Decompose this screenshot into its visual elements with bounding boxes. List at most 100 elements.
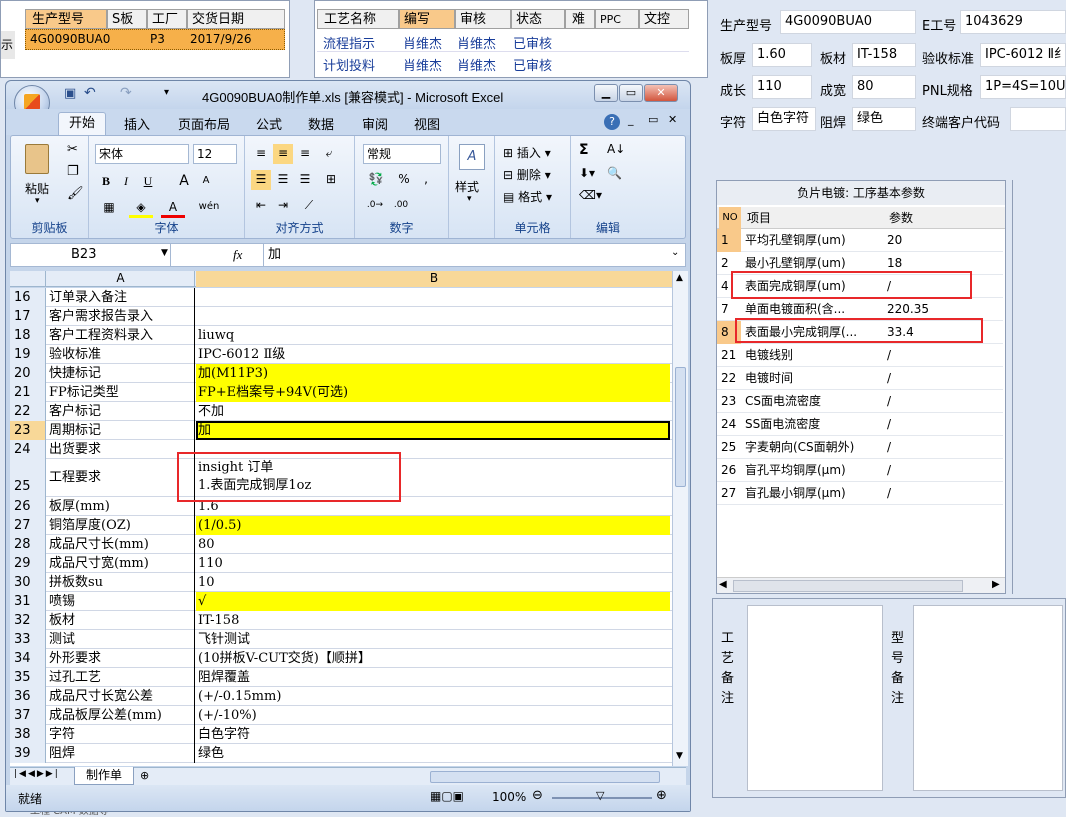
field-pnl[interactable]: 1P=4S=10U (980, 75, 1066, 99)
cell-b[interactable]: 飞针测试 (196, 630, 670, 649)
col-header-author[interactable]: 编写 (399, 9, 455, 29)
cell-b[interactable]: √ (196, 592, 670, 611)
cell-b[interactable]: 110 (196, 554, 670, 573)
cell-b[interactable]: 80 (196, 535, 670, 554)
sheet-row[interactable]: 36 成品尺寸长宽公差 (+/-0.15mm) (10, 687, 678, 706)
scroll-right-icon[interactable]: ▶ (992, 579, 1000, 590)
left-edge-tab[interactable]: 示 (1, 31, 15, 59)
cell-a[interactable]: 成品尺寸长(mm) (47, 535, 195, 554)
sheet-row[interactable]: 20 快捷标记 加(M11P3) (10, 364, 678, 383)
sheet-row[interactable]: 32 板材 IT-158 (10, 611, 678, 630)
grow-font-button[interactable]: A (175, 172, 193, 192)
formula-input[interactable]: 加 (263, 244, 663, 266)
col-header-factory[interactable]: 工厂 (147, 9, 187, 29)
row-number[interactable]: 23 (10, 421, 46, 440)
sheet-row[interactable]: 34 外形要求 (10拼板V-CUT交货)【顺拼】 (10, 649, 678, 668)
phonetic-button[interactable]: wén (193, 198, 225, 218)
cell-a[interactable]: 板厚(mm) (47, 497, 195, 516)
styles-dropdown-icon[interactable]: ▾ (467, 194, 472, 204)
field-width[interactable]: 80 (852, 75, 916, 99)
format-painter-icon[interactable]: 🖌 (67, 186, 84, 201)
cell-b[interactable]: liuwq (196, 326, 670, 345)
sheet-row[interactable]: 28 成品尺寸长(mm) 80 (10, 535, 678, 554)
tab-data[interactable]: 数据 (308, 114, 334, 133)
field-thickness[interactable]: 1.60 (752, 43, 812, 67)
view-normal-icon[interactable]: ▦▢▣ (430, 789, 464, 803)
row-number[interactable]: 34 (10, 649, 46, 668)
row-number[interactable]: 31 (10, 592, 46, 611)
cell-b[interactable]: 白色字符 (196, 725, 670, 744)
params-hscroll[interactable]: ◀ ▶ (717, 577, 1005, 593)
cell-b[interactable] (196, 307, 670, 326)
clear-icon[interactable]: ⌫▾ (579, 188, 602, 202)
paste-dropdown-icon[interactable]: ▾ (35, 196, 40, 206)
percent-button[interactable]: % (395, 170, 413, 190)
tab-insert[interactable]: 插入 (124, 114, 150, 133)
ribbon-close-icon[interactable]: ✕ (668, 113, 677, 126)
sheet-row[interactable]: 23 周期标记加 (10, 421, 678, 440)
sheet-nav-icons[interactable]: |◀◀▶▶| (14, 769, 60, 779)
autosum-button[interactable]: Σ (579, 142, 589, 158)
cut-icon[interactable]: ✂ (67, 142, 78, 157)
col-header-b[interactable]: B (196, 271, 672, 287)
cell-b[interactable] (196, 288, 670, 307)
cell-a[interactable]: FP标记类型 (47, 383, 195, 402)
sheet-row[interactable]: 39 阻焊 绿色 (10, 744, 678, 763)
new-sheet-icon[interactable]: ⊕ (140, 769, 149, 782)
field-length[interactable]: 110 (752, 75, 812, 99)
col-header-model[interactable]: 生产型号 (25, 9, 107, 29)
field-material[interactable]: IT-158 (852, 43, 916, 67)
name-box-dropdown-icon[interactable]: ▼ (161, 248, 168, 258)
close-button[interactable]: ✕ (644, 84, 678, 102)
copy-icon[interactable]: ❐ (67, 164, 79, 179)
cell-b[interactable]: 绿色 (196, 744, 670, 763)
cell-a[interactable]: 订单录入备注 (47, 288, 195, 307)
align-middle-icon[interactable]: ≡ (273, 144, 293, 164)
zoom-out-icon[interactable]: ⊖ (532, 788, 543, 803)
param-row[interactable]: 22 电镀时间 / (717, 367, 1003, 390)
ribbon-minimize-icon[interactable]: _ (628, 113, 634, 126)
paste-icon[interactable] (25, 144, 49, 174)
fill-icon[interactable]: ⬇▾ (579, 166, 595, 180)
scroll-thumb[interactable] (733, 580, 963, 592)
row-number[interactable]: 25 (10, 459, 46, 497)
undo-icon[interactable]: ↶ (84, 85, 96, 101)
sheet-row[interactable]: 30 拼板数su 10 (10, 573, 678, 592)
cell-b[interactable]: 10 (196, 573, 670, 592)
sheet-tab-active[interactable]: 制作单 (74, 767, 134, 785)
insert-cells-button[interactable]: ⊞ 插入 ▾ (503, 144, 551, 161)
cell-a[interactable]: 客户标记 (47, 402, 195, 421)
redo-icon[interactable]: ↷ (120, 85, 132, 101)
styles-icon[interactable]: A (459, 144, 485, 170)
row-number[interactable]: 27 (10, 516, 46, 535)
border-icon[interactable]: ▦ (97, 198, 121, 218)
row-number[interactable]: 37 (10, 706, 46, 725)
row-number[interactable]: 38 (10, 725, 46, 744)
align-top-icon[interactable]: ≡ (251, 144, 271, 164)
sheet-row[interactable]: 22 客户标记 不加 (10, 402, 678, 421)
field-model[interactable]: 4G0090BUA0 (780, 10, 916, 34)
font-color-button[interactable]: A (161, 198, 185, 218)
bold-button[interactable]: B (97, 172, 115, 192)
tab-page-layout[interactable]: 页面布局 (178, 114, 230, 133)
currency-icon[interactable]: 💱 (363, 170, 389, 190)
col-header-doc[interactable]: 文控 (639, 9, 689, 29)
col-header-sboard[interactable]: S板 (107, 9, 147, 29)
cell-b[interactable]: IPC-6012 Ⅱ级 (196, 345, 670, 364)
cell-a[interactable]: 客户工程资料录入 (47, 326, 195, 345)
scroll-down-icon[interactable]: ▼ (676, 751, 683, 761)
cell-b[interactable]: 加(M11P3) (196, 364, 670, 383)
save-icon[interactable]: ▣ (64, 86, 76, 101)
align-bottom-icon[interactable]: ≡ (295, 144, 315, 164)
col-header-process[interactable]: 工艺名称 (317, 9, 399, 29)
shrink-font-button[interactable]: A (197, 172, 215, 192)
row-number[interactable]: 30 (10, 573, 46, 592)
cell-a[interactable]: 客户需求报告录入 (47, 307, 195, 326)
row-number[interactable]: 18 (10, 326, 46, 345)
cell-a[interactable]: 外形要求 (47, 649, 195, 668)
col-header-delivery[interactable]: 交货日期 (187, 9, 285, 29)
sheet-row[interactable]: 19 验收标准 IPC-6012 Ⅱ级 (10, 345, 678, 364)
decrease-decimal-icon[interactable]: .00 (389, 196, 413, 216)
cell-b[interactable]: 加 (196, 421, 670, 440)
vscroll-thumb[interactable] (675, 367, 686, 487)
